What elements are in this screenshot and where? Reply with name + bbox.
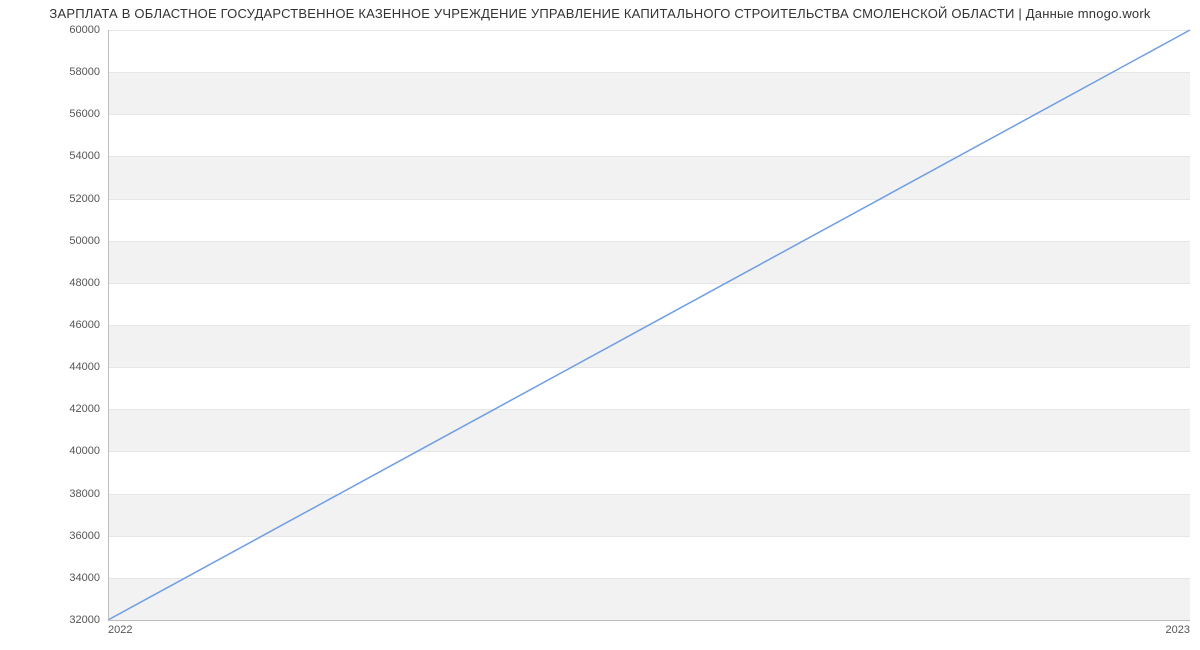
x-tick-label: 2023 <box>1166 624 1190 636</box>
data-line <box>108 30 1190 620</box>
plot-area <box>108 30 1190 620</box>
y-tick-label: 56000 <box>10 108 100 120</box>
y-tick-label: 48000 <box>10 277 100 289</box>
y-tick-label: 52000 <box>10 193 100 205</box>
y-axis-line <box>108 30 109 620</box>
chart-container: ЗАРПЛАТА В ОБЛАСТНОЕ ГОСУДАРСТВЕННОЕ КАЗ… <box>0 0 1200 650</box>
y-tick-label: 34000 <box>10 572 100 584</box>
chart-title: ЗАРПЛАТА В ОБЛАСТНОЕ ГОСУДАРСТВЕННОЕ КАЗ… <box>0 6 1200 21</box>
x-axis-line <box>108 620 1190 621</box>
y-tick-label: 32000 <box>10 614 100 626</box>
y-tick-label: 54000 <box>10 150 100 162</box>
y-tick-label: 44000 <box>10 361 100 373</box>
line-layer <box>108 30 1190 620</box>
y-tick-label: 38000 <box>10 488 100 500</box>
y-tick-label: 42000 <box>10 403 100 415</box>
x-tick-label: 2022 <box>108 624 132 636</box>
y-tick-label: 46000 <box>10 319 100 331</box>
y-tick-label: 60000 <box>10 24 100 36</box>
y-tick-label: 50000 <box>10 235 100 247</box>
y-tick-label: 36000 <box>10 530 100 542</box>
y-tick-label: 58000 <box>10 66 100 78</box>
y-tick-label: 40000 <box>10 445 100 457</box>
